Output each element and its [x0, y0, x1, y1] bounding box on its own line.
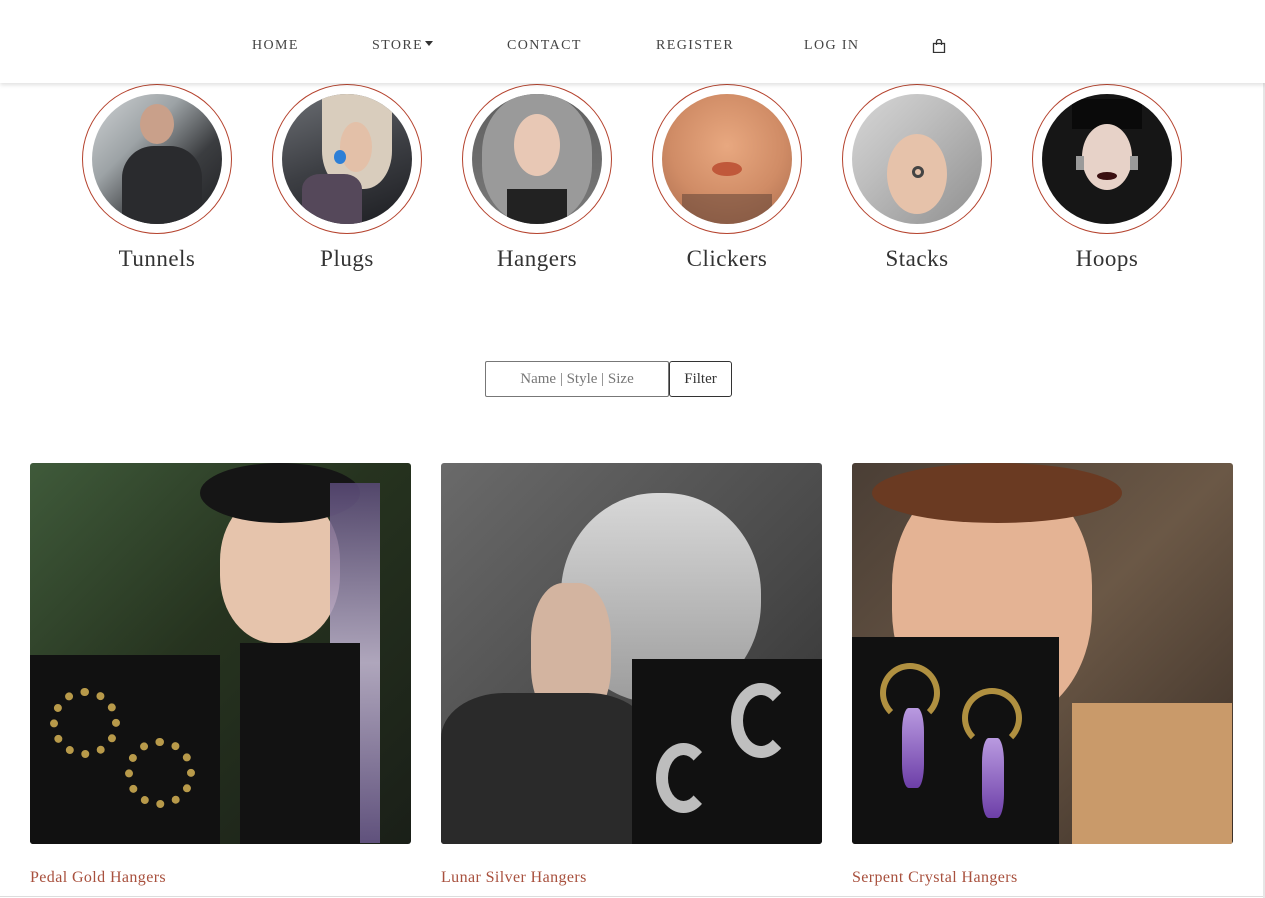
category-label: Hangers — [496, 246, 578, 271]
category-photo-hangers — [472, 94, 602, 224]
category-hoops[interactable]: Hoops — [1032, 84, 1182, 272]
filter-search-input[interactable] — [485, 361, 669, 397]
nav-register-link[interactable]: REGISTER — [656, 38, 734, 54]
category-label: Plugs — [320, 246, 374, 271]
category-photo-clickers — [662, 94, 792, 224]
nav-store-dropdown[interactable]: STORE — [372, 38, 434, 54]
category-ring — [652, 84, 802, 234]
divider — [0, 896, 1265, 897]
shopping-bag-icon[interactable] — [932, 39, 946, 53]
category-ring — [842, 84, 992, 234]
category-photo-hoops — [1042, 94, 1172, 224]
category-label: Stacks — [885, 246, 949, 271]
category-label: Tunnels — [118, 246, 196, 271]
product-card: Pedal Gold Hangers — [30, 463, 411, 886]
category-hangers[interactable]: Hangers — [462, 84, 612, 272]
product-name-link[interactable]: Lunar Silver Hangers — [441, 869, 587, 887]
filter-button[interactable]: Filter — [669, 361, 732, 397]
category-clickers[interactable]: Clickers — [652, 84, 802, 272]
category-photo-tunnels — [92, 94, 222, 224]
category-tunnels[interactable]: Tunnels — [82, 84, 232, 272]
product-image-lunar-silver[interactable] — [441, 463, 822, 844]
navbar: HOME STORE CONTACT REGISTER LOG IN — [0, 0, 1265, 83]
nav-login-link[interactable]: LOG IN — [804, 38, 859, 54]
category-ring — [462, 84, 612, 234]
category-ring — [1032, 84, 1182, 234]
product-name-link[interactable]: Pedal Gold Hangers — [30, 869, 166, 887]
category-label: Hoops — [1075, 246, 1139, 271]
category-ring — [272, 84, 422, 234]
product-image-serpent-crystal[interactable] — [852, 463, 1233, 844]
category-label: Clickers — [686, 246, 768, 271]
product-image-pedal-gold[interactable] — [30, 463, 411, 844]
product-name-link[interactable]: Serpent Crystal Hangers — [852, 869, 1018, 887]
category-photo-plugs — [282, 94, 412, 224]
category-plugs[interactable]: Plugs — [272, 84, 422, 272]
nav-store-label: STORE — [372, 38, 424, 53]
nav-contact-link[interactable]: CONTACT — [507, 38, 582, 54]
nav-home-link[interactable]: HOME — [252, 38, 299, 54]
caret-down-icon — [425, 41, 434, 46]
product-card: Lunar Silver Hangers — [441, 463, 822, 886]
category-photo-stacks — [852, 94, 982, 224]
category-stacks[interactable]: Stacks — [842, 84, 992, 272]
category-ring — [82, 84, 232, 234]
product-card: Serpent Crystal Hangers — [852, 463, 1233, 886]
